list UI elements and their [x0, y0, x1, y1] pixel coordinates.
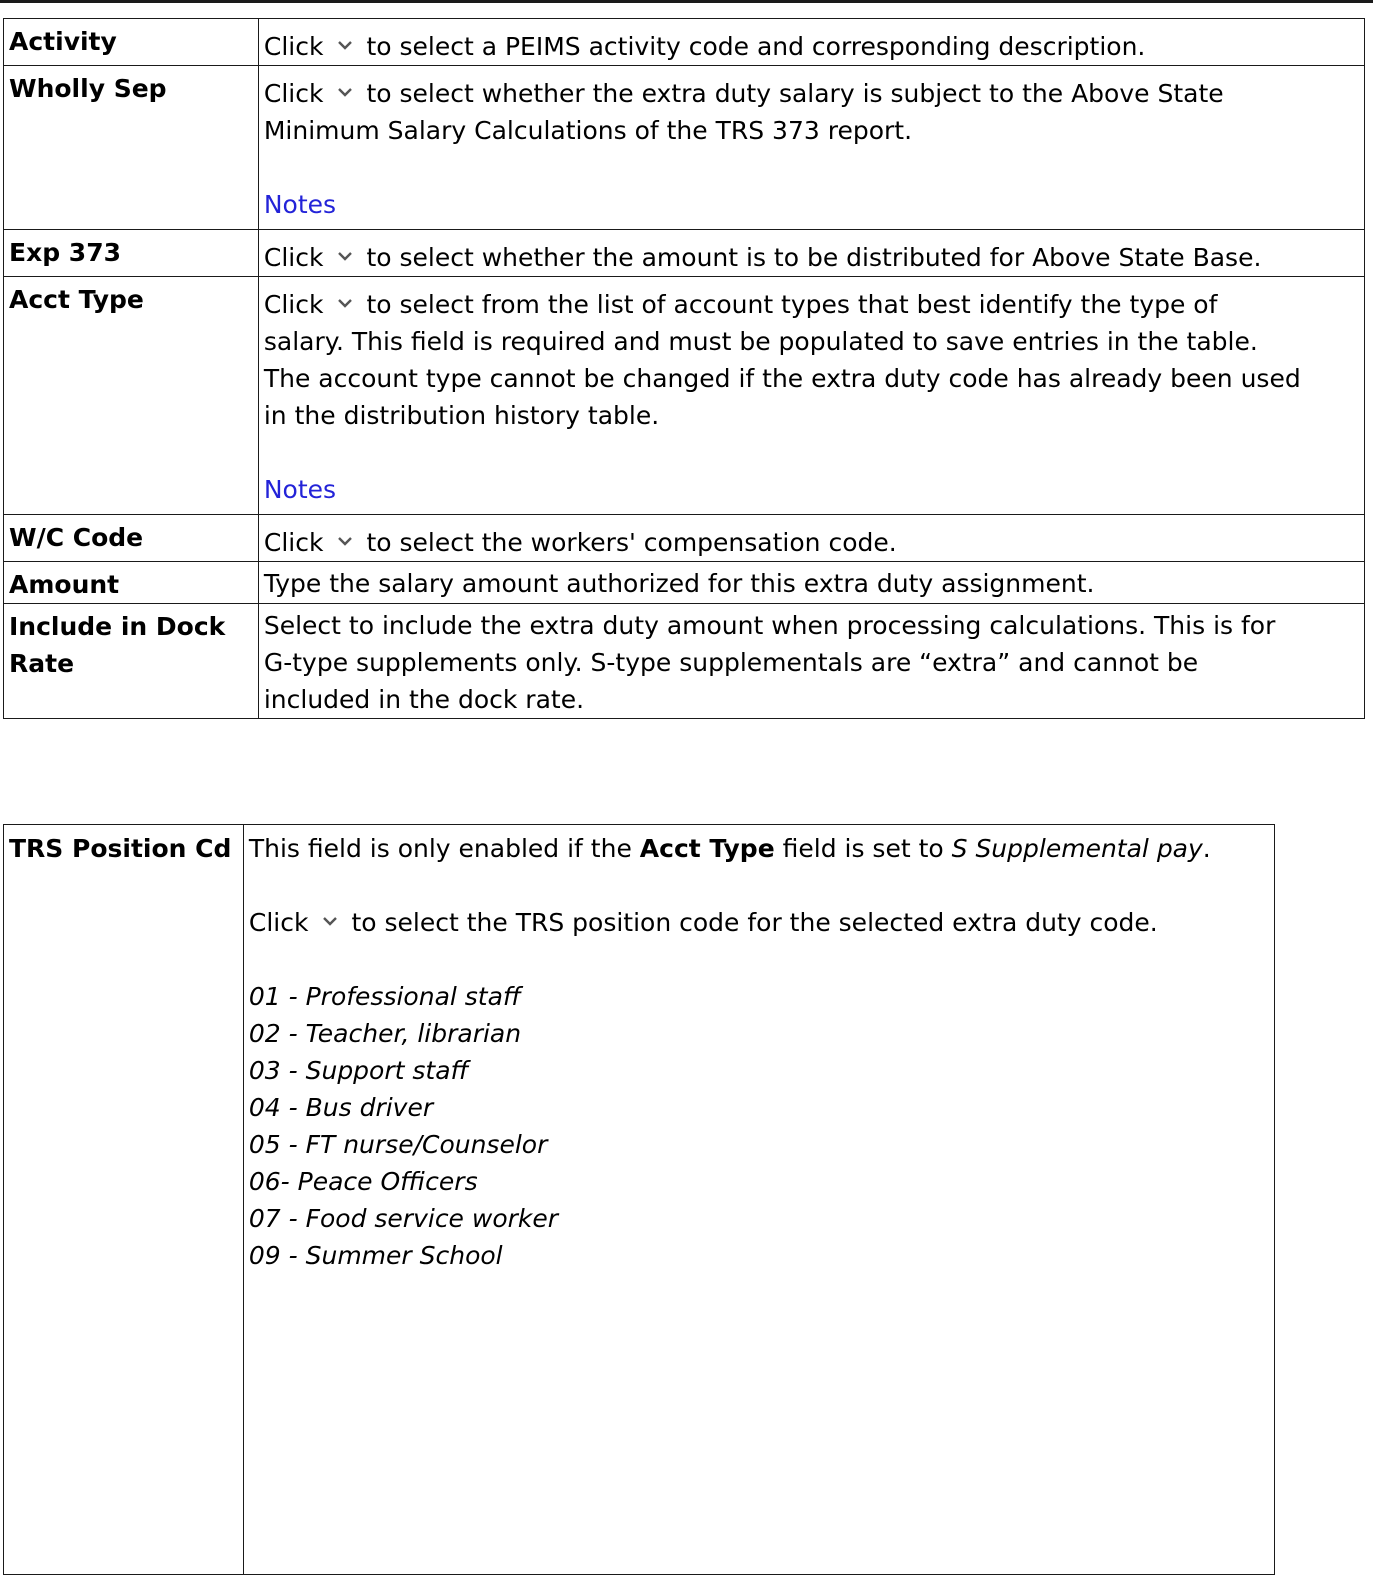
list-item: 04 - Bus driver: [248, 1093, 434, 1122]
chevron-down-icon: [337, 39, 353, 51]
top-rule: [0, 0, 1373, 3]
list-item: 03 - Support staff: [248, 1056, 469, 1085]
field-description: Type the salary amount authorized for th…: [257, 561, 1366, 604]
field-description: Click to select whether the amount is to …: [257, 229, 1366, 277]
chevron-down-icon: [337, 535, 353, 547]
table-row: Amount Type the salary amount authorized…: [3, 561, 1366, 604]
table-row: TRS Position Cd This field is only enabl…: [3, 824, 1276, 1575]
field-label: W/C Code: [3, 514, 259, 562]
list-item: 06- Peace Officers: [248, 1167, 478, 1196]
notes-link[interactable]: Notes: [264, 190, 336, 219]
trs-position-table: TRS Position Cd This field is only enabl…: [3, 824, 1276, 1575]
field-label: Wholly Sep: [3, 65, 259, 230]
table-row: W/C Code Click to select the workers' com…: [3, 514, 1366, 562]
field-description: This field is only enabled if the Acct T…: [242, 824, 1276, 1575]
field-label: Acct Type: [3, 276, 259, 515]
list-item: 02 - Teacher, librarian: [248, 1019, 522, 1048]
table-row: Exp 373 Click to select whether the amoun…: [3, 229, 1366, 277]
table-row: Wholly Sep Click to select whether the ex…: [3, 65, 1366, 230]
table-row: Acct Type Click to select from the list o…: [3, 276, 1366, 515]
field-description: Select to include the extra duty amount …: [257, 603, 1366, 719]
table-row: Include in Dock Rate Select to include t…: [3, 603, 1366, 719]
field-label: Activity: [3, 18, 259, 66]
field-label: Include in Dock Rate: [3, 603, 259, 719]
field-label: Exp 373: [3, 229, 259, 277]
list-item: 07 - Food service worker: [248, 1204, 559, 1233]
field-table: Activity Click to select a PEIMS activity…: [3, 18, 1366, 719]
trs-code-list: 01 - Professional staff 02 - Teacher, li…: [249, 978, 1271, 1274]
field-description: Click to select the workers' compensation…: [257, 514, 1366, 562]
chevron-down-icon: [337, 297, 353, 309]
table-row: Activity Click to select a PEIMS activity…: [3, 18, 1366, 66]
list-item: 01 - Professional staff: [248, 982, 521, 1011]
chevron-down-icon: [337, 250, 353, 262]
field-label: Amount: [3, 561, 259, 604]
list-item: 09 - Summer School: [248, 1241, 503, 1270]
field-description: Click to select a PEIMS activity code and…: [257, 18, 1366, 66]
chevron-down-icon: [322, 915, 338, 927]
field-description: Click to select whether the extra duty sa…: [257, 65, 1366, 230]
notes-link[interactable]: Notes: [264, 475, 336, 504]
field-label: TRS Position Cd: [3, 824, 244, 1575]
list-item: 05 - FT nurse/Counselor: [248, 1130, 548, 1159]
field-description: Click to select from the list of account …: [257, 276, 1366, 515]
chevron-down-icon: [337, 86, 353, 98]
